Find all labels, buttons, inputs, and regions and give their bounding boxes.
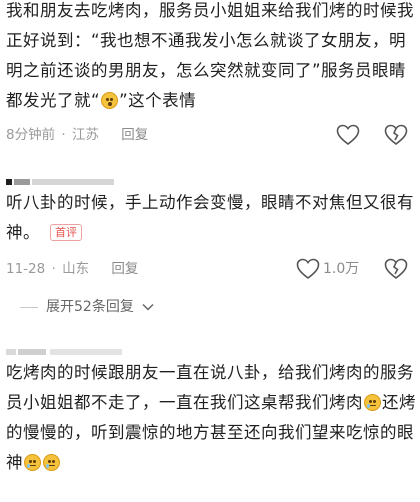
reply-button[interactable]: 回复 (111, 258, 138, 280)
teary-face-emoji (43, 454, 60, 471)
broken-heart-icon[interactable] (384, 258, 408, 280)
comment-location: 江苏 (71, 127, 99, 143)
divider-line (20, 306, 38, 308)
reply-button[interactable]: 回复 (121, 124, 148, 146)
comment-location: 山东 (62, 261, 90, 277)
heart-icon[interactable] (296, 258, 320, 280)
comment-meta: 8分钟前 · 江苏 回复 (6, 124, 148, 146)
username-redacted (6, 347, 126, 357)
comment-date: 11-28 (6, 261, 46, 277)
like-count: 1.0万 (323, 261, 360, 277)
expand-replies-label: 展开52条回复 (46, 299, 134, 315)
first-comment-badge: 首评 (50, 224, 82, 241)
comment-text: 吃烤肉的时候跟朋友一直在说八卦，给我们烤肉的服务员小姐姐都不走了，一直在我们这桌… (6, 358, 418, 478)
username-redacted (6, 177, 118, 187)
comment-text-part: 吃烤肉的时候跟朋友一直在说八卦，给我们烤肉的服务员小姐姐都不走了，一直在我们这桌… (6, 363, 414, 412)
comment-text-part: 我和朋友去吃烤肉，服务员小姐姐来给我们烤的时候我正好说到：“我也想不通我发小怎么… (6, 1, 414, 110)
chevron-down-icon (142, 303, 154, 311)
teary-face-emoji (364, 394, 381, 411)
teary-face-emoji (24, 454, 41, 471)
comment-meta: 11-28 · 山东 回复 (6, 258, 138, 280)
expand-replies-button[interactable]: 展开52条回复 (20, 296, 154, 318)
comment-time: 8分钟前 (6, 127, 56, 143)
broken-heart-icon[interactable] (384, 124, 408, 146)
surprised-face-emoji (101, 92, 119, 109)
comment-feed: 我和朋友去吃烤肉，服务员小姐姐来给我们烤的时候我正好说到：“我也想不通我发小怎么… (0, 0, 420, 502)
heart-icon[interactable] (336, 124, 360, 146)
comment-text: 我和朋友去吃烤肉，服务员小姐姐来给我们烤的时候我正好说到：“我也想不通我发小怎么… (6, 0, 418, 116)
comment-text: 听八卦的时候，手上动作会变慢，眼睛不对焦但又很有神。 首评 (6, 188, 418, 248)
comment-text-part: ”这个表情 (119, 91, 197, 110)
